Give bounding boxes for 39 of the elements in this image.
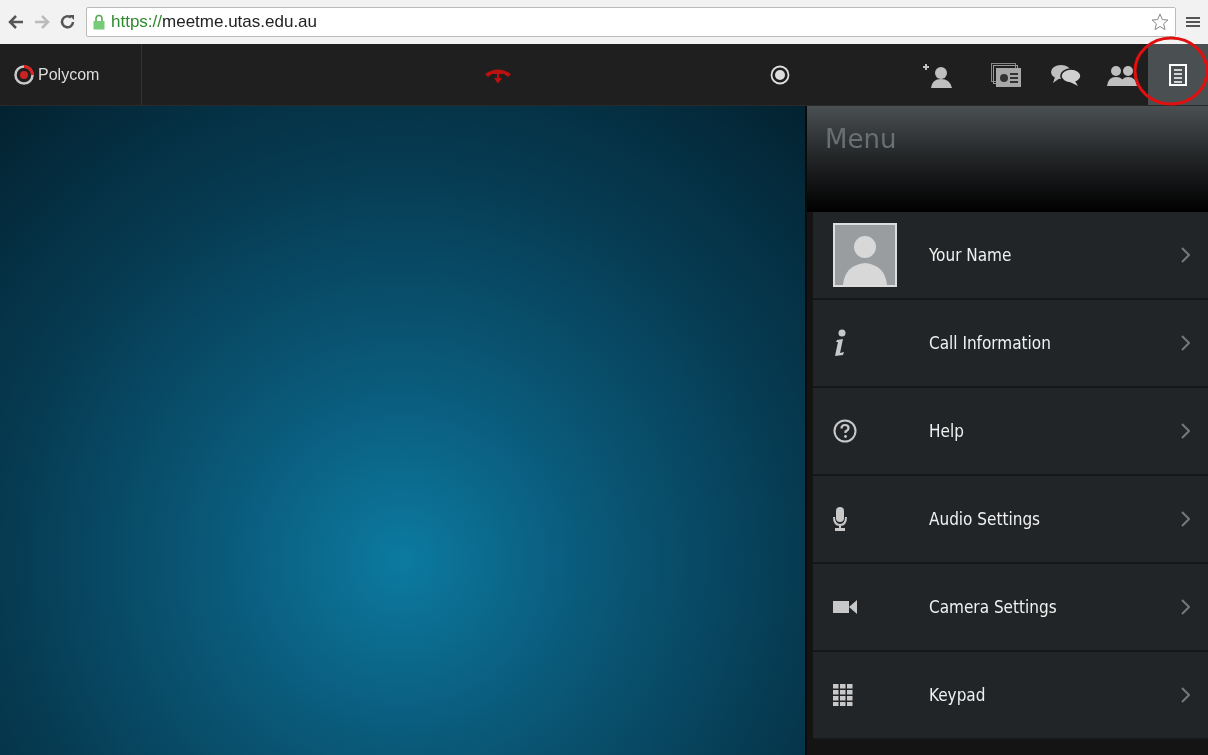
chevron-icon bbox=[1181, 511, 1190, 527]
toolbar-button[interactable] bbox=[1148, 44, 1208, 105]
chevron-icon bbox=[1181, 335, 1190, 351]
camera-icon bbox=[833, 600, 857, 614]
menu-item-label: Your Name bbox=[929, 245, 1013, 265]
menu-icon bbox=[1169, 63, 1187, 86]
chevron-icon bbox=[1181, 423, 1190, 439]
menu-item-label: Camera Settings bbox=[929, 597, 1058, 617]
people-icon bbox=[1105, 63, 1139, 86]
menu-item-label: Audio Settings bbox=[929, 509, 1042, 529]
chevron-icon bbox=[1181, 247, 1190, 263]
menu-item[interactable]: Help bbox=[813, 388, 1208, 476]
back-icon[interactable] bbox=[8, 15, 24, 29]
keypad-icon bbox=[833, 684, 853, 706]
menu-item-label: Help bbox=[929, 421, 965, 441]
chevron-icon bbox=[1181, 687, 1190, 703]
reload-icon[interactable] bbox=[60, 14, 76, 30]
avatar-icon bbox=[833, 223, 897, 287]
menu-item[interactable]: Keypad bbox=[813, 652, 1208, 740]
help-icon bbox=[833, 419, 857, 443]
menu-item[interactable]: Call Information bbox=[813, 300, 1208, 388]
presentation-icon bbox=[991, 62, 1021, 87]
menu-item[interactable]: Camera Settings bbox=[813, 564, 1208, 652]
menu-item[interactable]: Audio Settings bbox=[813, 476, 1208, 564]
menu-title: Menu bbox=[825, 124, 898, 154]
menu-icon[interactable] bbox=[1186, 16, 1200, 28]
menu-item-label: Call Information bbox=[929, 333, 1052, 353]
add-person-icon bbox=[921, 61, 955, 88]
microphone-icon bbox=[833, 507, 847, 531]
chat-icon bbox=[1050, 63, 1082, 86]
chevron-icon bbox=[1181, 599, 1190, 615]
star-icon[interactable] bbox=[1151, 13, 1169, 31]
menu-item[interactable]: Your Name bbox=[813, 212, 1208, 300]
info-icon bbox=[833, 329, 847, 357]
record-icon bbox=[770, 64, 790, 85]
address-bar[interactable]: https://meetme.utas.edu.au bbox=[86, 7, 1176, 37]
lock-icon bbox=[93, 14, 105, 30]
polycom-logo: Polycom bbox=[0, 44, 142, 105]
menu-item-label: Keypad bbox=[929, 685, 987, 705]
